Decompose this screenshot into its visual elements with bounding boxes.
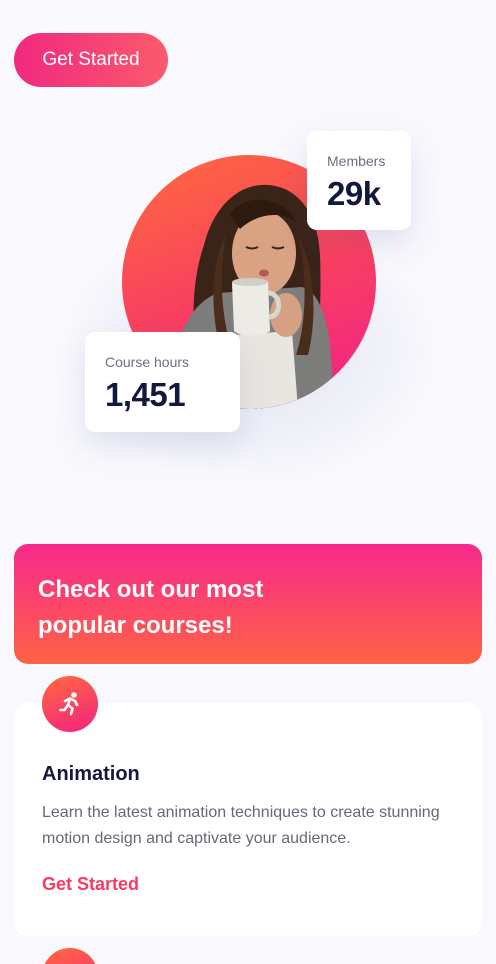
course-get-started-link[interactable]: Get Started: [42, 874, 139, 895]
course-hours-value: 1,451: [105, 376, 186, 413]
course-hours-stat-card: Course hours 1,451: [85, 332, 240, 432]
course-description: Learn the latest animation techniques to…: [42, 804, 440, 847]
hero-section: Members 29k Course hours 1,451: [0, 120, 496, 500]
running-person-icon: [42, 676, 98, 732]
get-started-button[interactable]: Get Started: [14, 33, 168, 87]
members-label: Members: [327, 153, 386, 169]
banner-title: Check out our most popular courses!: [38, 576, 264, 639]
members-value: 29k: [327, 175, 381, 212]
course-title: Animation: [42, 763, 140, 785]
members-stat-card: Members 29k: [307, 131, 411, 230]
running-person-glyph: [59, 692, 79, 716]
next-course-icon: [42, 948, 98, 964]
popular-courses-banner: Check out our most popular courses!: [14, 544, 482, 664]
course-card-animation[interactable]: Animation Learn the latest animation tec…: [14, 703, 482, 936]
course-hours-label: Course hours: [105, 354, 190, 370]
